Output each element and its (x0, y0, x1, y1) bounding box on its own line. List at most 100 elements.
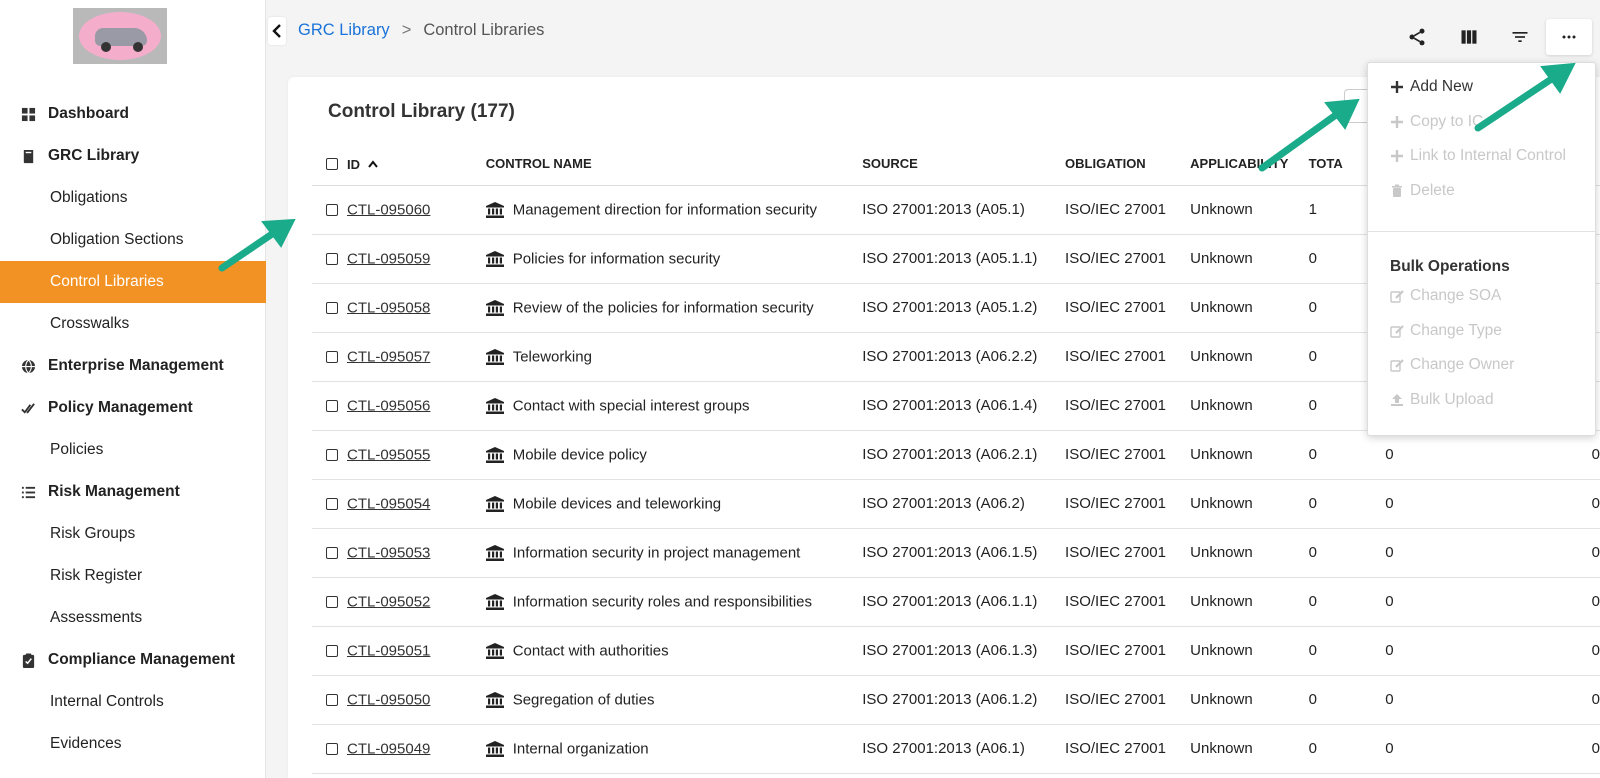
page-title: Control Library (177) (328, 101, 515, 122)
row-checkbox[interactable] (326, 350, 338, 363)
sidebar-item-enterprise-management[interactable]: Enterprise Management (0, 345, 266, 387)
more-options-button[interactable] (1546, 19, 1592, 55)
table-row[interactable]: CTL-095055 Mobile device policy ISO 27001:… (312, 430, 1600, 480)
cell-source: ISO 27001:2013 (A06.1.3) (862, 626, 1066, 676)
cell-applicability: Unknown (1190, 185, 1309, 235)
header-applicability[interactable]: APPLICABILITY (1190, 143, 1309, 186)
sidebar-item-grc-library[interactable]: GRC Library (0, 135, 266, 177)
sidebar-item-risk-management[interactable]: Risk Management (0, 471, 266, 513)
cell-applicability: Unknown (1190, 332, 1309, 382)
sidebar-item-obligation-sections[interactable]: Obligation Sections (0, 219, 266, 261)
row-checkbox[interactable] (326, 252, 338, 265)
control-id-link[interactable]: CTL-095054 (347, 495, 430, 512)
menu-item-label: Change Type (1410, 321, 1502, 339)
row-checkbox[interactable] (326, 693, 338, 706)
cell-applicability: Unknown (1190, 283, 1309, 333)
bulk-operations-heading: Bulk Operations (1390, 258, 1510, 275)
header-obligation[interactable]: OBLIGATION (1065, 143, 1191, 186)
cell-control-name: Segregation of duties (485, 675, 863, 725)
row-checkbox[interactable] (326, 203, 338, 216)
sidebar-item-policy-management[interactable]: Policy Management (0, 387, 266, 429)
sidebar-item-crosswalks[interactable]: Crosswalks (0, 303, 266, 345)
header-id[interactable]: ID (312, 143, 486, 186)
row-checkbox[interactable] (326, 497, 338, 510)
cell-control-name: Information security in project manageme… (485, 528, 863, 578)
share-icon (1409, 28, 1425, 46)
sidebar-item-policies[interactable]: Policies (0, 429, 266, 471)
columns-button[interactable] (1446, 19, 1492, 55)
row-checkbox[interactable] (326, 448, 338, 461)
plus-icon (1390, 80, 1410, 94)
menu-item-bulk-upload[interactable]: Bulk Upload (1390, 391, 1494, 409)
sidebar-item-control-libraries[interactable]: Control Libraries (0, 261, 266, 303)
institution-icon (485, 299, 504, 316)
cell-obligation: ISO/IEC 27001 (1065, 381, 1191, 431)
menu-divider (1368, 231, 1595, 232)
sidebar-item-risk-groups[interactable]: Risk Groups (0, 513, 266, 555)
cell-obligation: ISO/IEC 27001 (1065, 675, 1191, 725)
menu-item-delete[interactable]: Delete (1390, 182, 1455, 200)
cell-applicability: Unknown (1190, 724, 1309, 774)
control-id-link[interactable]: CTL-095059 (347, 250, 430, 267)
sidebar-item-internal-controls[interactable]: Internal Controls (0, 681, 266, 723)
cell-obligation: ISO/IEC 27001 (1065, 283, 1191, 333)
control-name-text: Review of the policies for information s… (512, 299, 814, 317)
sidebar-item-assessments[interactable]: Assessments (0, 597, 266, 639)
select-all-checkbox[interactable] (326, 158, 338, 171)
control-id-link[interactable]: CTL-095055 (347, 446, 430, 463)
control-id-link[interactable]: CTL-095058 (347, 299, 430, 316)
institution-icon (485, 642, 504, 659)
breadcrumb-grc-library-link[interactable]: GRC Library (298, 21, 390, 40)
cell-column-7: 0 (1385, 626, 1516, 676)
row-checkbox[interactable] (326, 399, 338, 412)
table-row[interactable]: CTL-095050 Segregation of duties ISO 27001… (312, 675, 1600, 725)
control-id-link[interactable]: CTL-095060 (347, 201, 430, 218)
cell-applicability: Unknown (1190, 234, 1309, 284)
sidebar-item-dashboard[interactable]: Dashboard (0, 93, 266, 135)
row-checkbox[interactable] (326, 644, 338, 657)
sidebar-item-obligations[interactable]: Obligations (0, 177, 266, 219)
header-control-name[interactable]: CONTROL NAME (485, 143, 863, 186)
menu-item-add-new[interactable]: Add New (1390, 78, 1473, 96)
sidebar-item-risk-register[interactable]: Risk Register (0, 555, 266, 597)
sidebar-item-label: Risk Management (48, 483, 180, 500)
share-button[interactable] (1394, 19, 1440, 55)
control-id-link[interactable]: CTL-095049 (347, 740, 430, 757)
sidebar-item-label: Obligation Sections (50, 231, 184, 248)
row-checkbox[interactable] (326, 742, 338, 755)
cell-column-7: 0 (1385, 430, 1516, 480)
menu-item-change-soa[interactable]: Change SOA (1390, 287, 1501, 305)
row-checkbox[interactable] (326, 546, 338, 559)
control-id-link[interactable]: CTL-095050 (347, 691, 430, 708)
cell-id: CTL-095053 (312, 528, 486, 578)
row-checkbox[interactable] (326, 301, 338, 314)
sidebar-item-evidences[interactable]: Evidences (0, 723, 266, 765)
sidebar-item-compliance-management[interactable]: Compliance Management (0, 639, 266, 681)
menu-item-link-to-internal-control[interactable]: Link to Internal Control (1390, 147, 1566, 165)
menu-item-copy-to-ic[interactable]: Copy to IC (1390, 113, 1483, 131)
header-source[interactable]: SOURCE (862, 143, 1066, 186)
table-row[interactable]: CTL-095052 Information security roles and… (312, 577, 1600, 627)
control-id-link[interactable]: CTL-095056 (347, 397, 430, 414)
table-row[interactable]: CTL-095051 Contact with authorities ISO 27… (312, 626, 1600, 676)
control-id-link[interactable]: CTL-095057 (347, 348, 430, 365)
control-id-link[interactable]: CTL-095051 (347, 642, 430, 659)
control-id-link[interactable]: CTL-095053 (347, 544, 430, 561)
header-id-label: ID (347, 156, 360, 172)
cell-control-name: Mobile device policy (485, 430, 863, 480)
table-row[interactable]: CTL-095053 Information security in projec… (312, 528, 1600, 578)
cell-obligation: ISO/IEC 27001 (1065, 724, 1191, 774)
control-id-link[interactable]: CTL-095052 (347, 593, 430, 610)
table-row[interactable]: CTL-095049 Internal organization ISO 27001… (312, 724, 1600, 774)
sort-ascending-icon[interactable] (368, 160, 378, 168)
sidebar-item-label: Control Libraries (50, 273, 164, 290)
row-checkbox[interactable] (326, 595, 338, 608)
breadcrumb: GRC Library > Control Libraries (298, 21, 544, 40)
filter-button[interactable] (1497, 19, 1543, 55)
upload-icon (1390, 393, 1410, 407)
collapse-sidebar-button[interactable] (268, 17, 286, 45)
menu-item-change-type[interactable]: Change Type (1390, 322, 1502, 340)
menu-item-change-owner[interactable]: Change Owner (1390, 356, 1514, 374)
table-row[interactable]: CTL-095054 Mobile devices and teleworking… (312, 479, 1600, 529)
company-logo[interactable] (73, 8, 167, 64)
